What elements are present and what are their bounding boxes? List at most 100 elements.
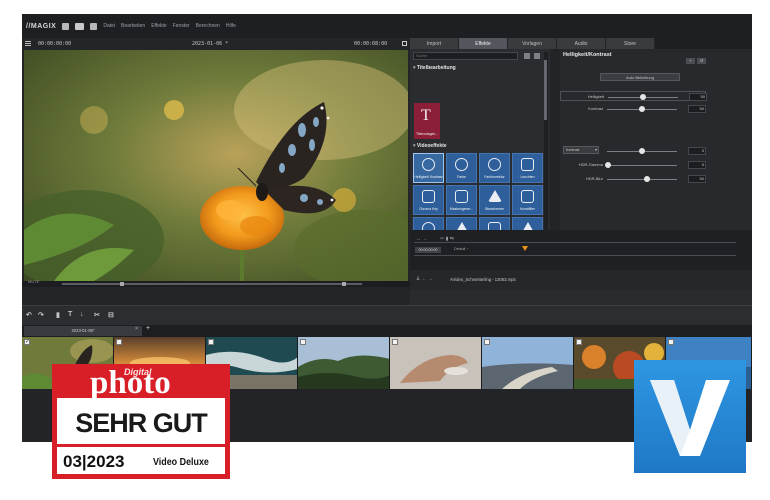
insert-icon[interactable]: ⊟: [108, 311, 114, 319]
arrows-icon[interactable]: ↔ →: [416, 236, 427, 242]
project-title: 2023-01-06 *: [192, 41, 229, 47]
grid-icon[interactable]: [90, 22, 98, 30]
timeline-ruler: [414, 255, 736, 256]
mute-label: MUTE: [28, 279, 40, 284]
clip-checkbox[interactable]: [24, 338, 30, 345]
menu-render[interactable]: Berechnen: [196, 23, 220, 29]
contrast-knob[interactable]: [639, 106, 645, 112]
tab-bar-spacer: [655, 38, 752, 49]
menu-window[interactable]: Fenster: [173, 23, 190, 29]
tab-effects[interactable]: Effekte: [459, 38, 507, 49]
effect-color-correction[interactable]: Farbkorrektur: [479, 153, 510, 183]
hdr-blur-label: HDR-Blur: [585, 176, 603, 181]
playhead-marker[interactable]: [522, 246, 528, 251]
effects-search-input[interactable]: Suche: [413, 52, 518, 60]
hdr-gamma-label: HDR-Gamma: [578, 162, 603, 167]
clip-checkbox[interactable]: [668, 339, 674, 345]
hamburger-menu-icon[interactable]: [25, 41, 31, 46]
effect-mask-generator[interactable]: Maskengener...: [446, 185, 477, 215]
marker-icon[interactable]: ↓: [80, 311, 84, 318]
brightness-value[interactable]: 50: [689, 93, 707, 101]
hand-thumbnail: [390, 337, 481, 389]
default-rate[interactable]: Default ◔: [454, 247, 469, 251]
clip-checkbox[interactable]: [484, 339, 490, 345]
menu-file[interactable]: Datei: [103, 23, 115, 29]
contrast-mode-value[interactable]: 0: [688, 147, 706, 155]
storyboard-clip-4[interactable]: [298, 337, 390, 389]
hdr-blur-knob[interactable]: [644, 176, 650, 182]
clip-checkbox[interactable]: [576, 339, 582, 345]
hdr-gamma-slider[interactable]: [607, 164, 677, 166]
contrast-value[interactable]: 50: [688, 105, 706, 113]
properties-title: Helligkeit/Kontrast: [563, 52, 612, 58]
badge-divider: [57, 444, 225, 447]
menu-bar: //MAGIX Datei Bearbeiten Effekte Fenster…: [22, 14, 752, 38]
tab-templates[interactable]: Vorlagen: [508, 38, 556, 49]
effects-scroll-thumb[interactable]: [544, 60, 548, 120]
maximize-icon[interactable]: [402, 41, 407, 46]
panel-tabs: Import Effekte Vorlagen Audio Store: [410, 38, 752, 49]
nav-arrows-icon[interactable]: ⇊ ← →: [416, 276, 433, 282]
reset-icon[interactable]: ↺: [697, 58, 706, 64]
badge-product: Video Deluxe: [153, 456, 209, 468]
storyboard-clip-6[interactable]: [482, 337, 574, 389]
hdr-blur-slider[interactable]: [607, 178, 677, 180]
add-icon[interactable]: +: [686, 58, 695, 64]
contrast-mode-knob[interactable]: [639, 148, 645, 154]
effect-brightness-contrast[interactable]: Helligkeit/ Kontrast: [413, 153, 444, 183]
effect-color[interactable]: Farbe: [446, 153, 477, 183]
new-file-icon[interactable]: [62, 22, 70, 30]
contrast-mode-select[interactable]: Kontrast: [563, 146, 599, 154]
test-award-badge: Digital photo SEHR GUT 03|2023 Video Del…: [52, 364, 230, 479]
cut-icon[interactable]: ✂: [94, 311, 100, 319]
badge-rating: SEHR GUT: [75, 408, 208, 438]
hdr-gamma-row: HDR-Gamma 0: [563, 161, 706, 169]
clip-checkbox[interactable]: [116, 339, 122, 345]
title-icon[interactable]: T: [68, 311, 72, 318]
vegas-v-logo-icon: [634, 360, 746, 473]
brightness-knob[interactable]: [640, 94, 646, 100]
preview-monitor: 00:00:00:00 2023-01-06 * 00:00:08:00 MUT…: [22, 38, 410, 325]
effect-shapes[interactable]: Stanzformen: [479, 185, 510, 215]
mask-icon: [455, 190, 468, 203]
tab-import[interactable]: Import: [410, 38, 458, 49]
auto-exposure-button[interactable]: Auto Belichtung: [600, 73, 680, 81]
trim-tools-icon[interactable]: ✂ ▮ ⇆: [440, 236, 454, 242]
title-templates-tile[interactable]: T Titelvorlagen...: [414, 103, 440, 139]
timeline-tab[interactable]: 2023-01-06*: [24, 326, 142, 336]
storyboard-clip-5[interactable]: [390, 337, 482, 389]
redo-icon[interactable]: ↷: [38, 311, 44, 319]
grid-view-icon[interactable]: [524, 53, 530, 59]
tab-store[interactable]: Store: [606, 38, 654, 49]
open-folder-icon[interactable]: [75, 22, 85, 30]
undo-icon[interactable]: ↶: [26, 311, 32, 319]
scrub-out-marker[interactable]: [342, 282, 346, 286]
badge-issue: 03|2023: [63, 452, 125, 471]
hdr-blur-value[interactable]: 50: [688, 175, 706, 183]
group-video-effects[interactable]: Videoeffekte: [413, 143, 447, 149]
timecode-end: 00:00:08:00: [354, 41, 388, 47]
add-tab-icon[interactable]: +: [146, 325, 150, 332]
effect-chroma-key[interactable]: Chroma Key: [413, 185, 444, 215]
scrub-track[interactable]: [62, 283, 362, 285]
group-title-editing[interactable]: Titelbearbeitung: [413, 65, 456, 71]
menu-effects[interactable]: Effekte: [151, 23, 166, 29]
source-timeline: ↔ → ✂ ▮ ⇆ 00:00:00:00 Default ◔ ⇊ ← → AV…: [410, 230, 752, 290]
effect-glow[interactable]: Leuchten: [512, 153, 543, 183]
menu-edit[interactable]: Bearbeiten: [121, 23, 145, 29]
scrub-in-marker[interactable]: [120, 282, 124, 286]
effect-art-filter[interactable]: Kunstfilter: [512, 185, 543, 215]
clip-checkbox[interactable]: [208, 339, 214, 345]
tab-audio[interactable]: Audio: [557, 38, 605, 49]
close-tab-icon[interactable]: ×: [135, 326, 138, 332]
video-scrub-bar[interactable]: [22, 281, 410, 287]
hdr-gamma-knob[interactable]: [605, 162, 611, 168]
menu-help[interactable]: Hilfe: [226, 23, 236, 29]
list-view-icon[interactable]: [534, 53, 540, 59]
screenshot-stage: //MAGIX Datei Bearbeiten Effekte Fenster…: [0, 0, 770, 500]
delete-icon[interactable]: ▮: [56, 311, 60, 319]
hdr-gamma-value[interactable]: 0: [688, 161, 706, 169]
clip-checkbox[interactable]: [392, 339, 398, 345]
clip-checkbox[interactable]: [300, 339, 306, 345]
coast-thumbnail: [482, 337, 573, 389]
